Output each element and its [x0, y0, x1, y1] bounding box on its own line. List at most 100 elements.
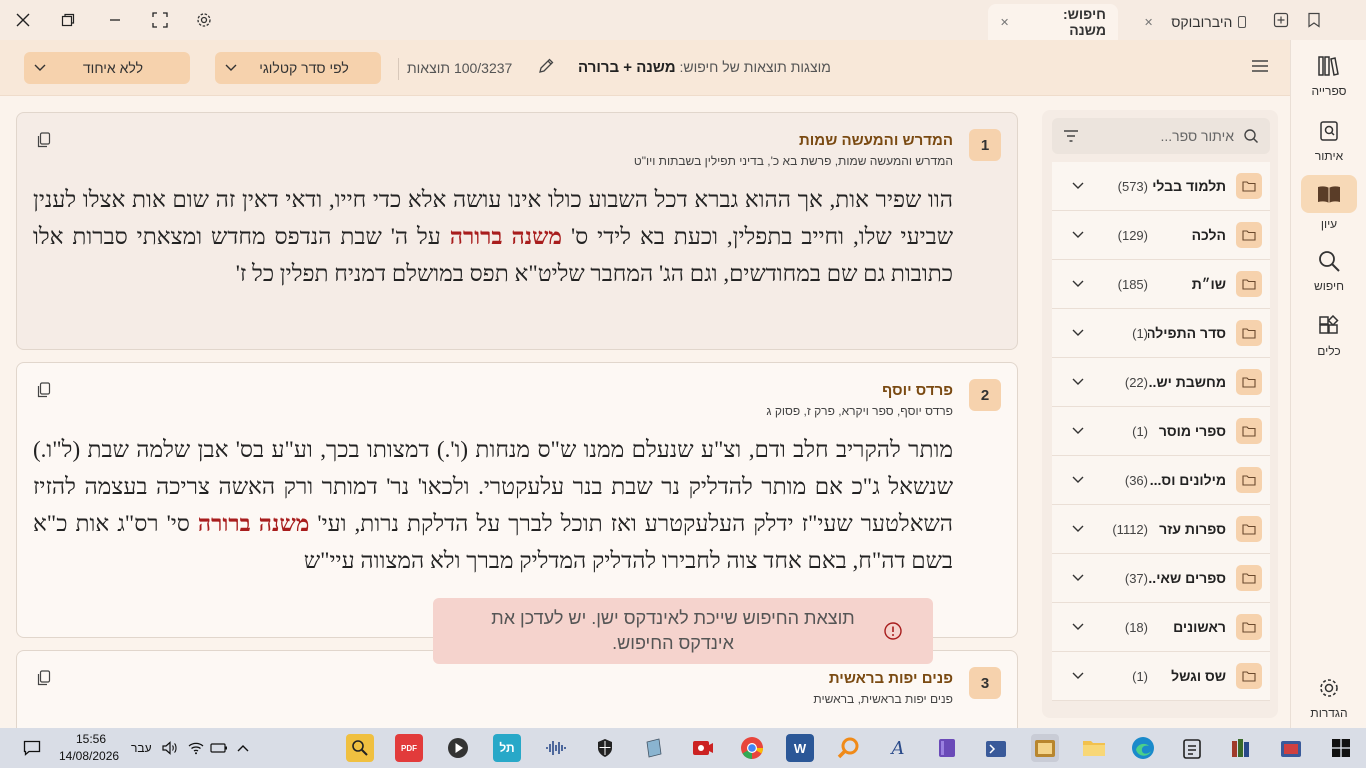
tab-label: היברובוקס	[1171, 14, 1233, 30]
close-window-button[interactable]	[11, 8, 35, 32]
glass-app-icon[interactable]	[640, 734, 668, 762]
result-title[interactable]: פנים יפות בראשית	[829, 670, 953, 687]
rail-item-study[interactable]: עיון	[1291, 175, 1366, 235]
chevron-down-icon[interactable]	[1068, 470, 1088, 490]
rail-label: כלים	[1317, 344, 1341, 358]
close-icon[interactable]: ✕	[1000, 16, 1009, 29]
close-icon	[16, 13, 30, 27]
copy-icon[interactable]	[35, 131, 53, 149]
chevron-down-icon[interactable]	[1068, 568, 1088, 588]
reader-app-icon[interactable]	[1277, 734, 1305, 762]
gear-icon	[197, 13, 211, 27]
category-name: הלכה	[1191, 227, 1226, 243]
rail-item-library[interactable]: ספרייה	[1291, 52, 1366, 112]
toast-message: תוצאת החיפוש שייכת לאינדקס ישן. יש לעדכן…	[491, 608, 855, 653]
app-search-icon[interactable]	[346, 734, 374, 762]
filter-placeholder: איתור ספר...	[1160, 128, 1234, 144]
windows-start-icon[interactable]	[1327, 734, 1355, 762]
chevron-up-icon[interactable]	[229, 734, 257, 762]
category-item[interactable]: ראשונים (18)	[1052, 603, 1270, 652]
chevron-down-icon[interactable]	[1068, 666, 1088, 686]
word-icon[interactable]: W	[786, 734, 814, 762]
result-card[interactable]: 1 המדרש והמעשה שמות המדרש והמעשה שמות, פ…	[16, 112, 1018, 350]
category-item[interactable]: שס וגשל (1)	[1052, 652, 1270, 701]
category-item[interactable]: הלכה (129)	[1052, 211, 1270, 260]
category-item[interactable]: מילונים וס... (36)	[1052, 456, 1270, 505]
chevron-down-icon[interactable]	[1068, 372, 1088, 392]
clock-date[interactable]: 14/08/2026	[59, 749, 119, 763]
category-item[interactable]: תלמוד בבלי (573)	[1052, 162, 1270, 211]
input-language[interactable]: עבר	[131, 741, 152, 755]
chevron-down-icon[interactable]	[1068, 617, 1088, 637]
book-filter-input[interactable]: איתור ספר...	[1052, 118, 1270, 154]
copy-icon[interactable]	[35, 381, 53, 399]
category-item[interactable]: סדר התפילה (1)	[1052, 309, 1270, 358]
bookmark-button[interactable]	[1304, 10, 1324, 30]
category-item[interactable]: מחשבת יש... (22)	[1052, 358, 1270, 407]
category-list: תלמוד בבלי (573) הלכה (129) שו״ת (185) ס…	[1052, 162, 1270, 718]
books-app-icon[interactable]	[982, 734, 1010, 762]
search-app-icon[interactable]	[835, 734, 863, 762]
clipboard-app-icon[interactable]	[1178, 734, 1206, 762]
audio-wave-icon[interactable]	[542, 734, 570, 762]
filter-icon[interactable]	[1062, 127, 1080, 145]
menu-button[interactable]	[1251, 58, 1271, 78]
folder-icon	[1236, 271, 1262, 297]
volume-icon[interactable]	[156, 734, 184, 762]
chevron-down-icon[interactable]	[1068, 421, 1088, 441]
clock-time[interactable]: 15:56	[76, 732, 106, 746]
folder-icon	[1236, 663, 1262, 689]
category-item[interactable]: ספרים שאי... (37)	[1052, 554, 1270, 603]
result-title[interactable]: פרדס יוסף	[882, 382, 953, 399]
grouping-dropdown[interactable]: ללא איחוד	[24, 52, 190, 84]
minimize-window-button[interactable]	[103, 8, 127, 32]
category-item[interactable]: ספרות עזר (1112)	[1052, 505, 1270, 554]
rail-item-tools[interactable]: כלים	[1291, 312, 1366, 372]
pdf-app-icon[interactable]: PDF	[395, 734, 423, 762]
chevron-down-icon[interactable]	[1068, 225, 1088, 245]
snippet-highlight: משנה ברורה	[197, 511, 310, 536]
shield-icon[interactable]	[591, 734, 619, 762]
result-title[interactable]: המדרש והמעשה שמות	[799, 132, 953, 149]
result-path: המדרש והמעשה שמות, פרשת בא כ', בדיני תפי…	[633, 154, 953, 168]
tab-hebrewbooks[interactable]: היברובוקס ✕	[1132, 4, 1258, 40]
hebrew-app-icon[interactable]: תל	[493, 734, 521, 762]
category-count: (1)	[1132, 325, 1148, 341]
rail-item-search[interactable]: חיפוש	[1291, 247, 1366, 307]
new-tab-button[interactable]	[1271, 10, 1291, 30]
search-icon	[1315, 247, 1343, 275]
rail-item-settings[interactable]: הגדרות	[1291, 674, 1366, 734]
otzaria-app-icon[interactable]	[1031, 734, 1059, 762]
copy-icon[interactable]	[35, 669, 53, 687]
chevron-down-icon[interactable]	[1068, 323, 1088, 343]
result-path: פנים יפות בראשית, בראשית	[813, 692, 953, 706]
category-count: (185)	[1117, 276, 1148, 292]
chevron-down-icon[interactable]	[1068, 274, 1088, 294]
chat-bubble-icon	[23, 740, 41, 756]
library-app-icon[interactable]	[1228, 734, 1256, 762]
chevron-down-icon[interactable]	[1068, 176, 1088, 196]
sort-dropdown[interactable]: לפי סדר קטלוגי	[215, 52, 381, 84]
restore-window-button[interactable]	[56, 8, 80, 32]
settings-titlebar-button[interactable]	[192, 8, 216, 32]
bookmark-icon	[1308, 12, 1320, 28]
media-player-icon[interactable]	[444, 734, 472, 762]
category-item[interactable]: שו״ת (185)	[1052, 260, 1270, 309]
edge-icon[interactable]	[1129, 734, 1157, 762]
font-app-icon[interactable]: A	[884, 734, 912, 762]
chevron-down-icon[interactable]	[1068, 519, 1088, 539]
fullscreen-button[interactable]	[148, 8, 172, 32]
book-app-icon[interactable]	[933, 734, 961, 762]
rail-item-locate[interactable]: איתור	[1291, 117, 1366, 177]
notifications-button[interactable]	[18, 734, 46, 762]
file-explorer-icon[interactable]	[1080, 734, 1108, 762]
result-card[interactable]: 2 פרדס יוסף פרדס יוסף, ספר ויקרא, פרק ז,…	[16, 362, 1018, 638]
category-count: (1)	[1132, 423, 1148, 439]
category-item[interactable]: ספרי מוסר (1)	[1052, 407, 1270, 456]
chrome-icon[interactable]	[738, 734, 766, 762]
close-icon[interactable]: ✕	[1144, 16, 1153, 29]
screen-recorder-icon[interactable]	[689, 734, 717, 762]
edit-query-button[interactable]	[537, 57, 557, 77]
tab-search[interactable]: חיפוש: משנה ✕	[988, 4, 1118, 40]
result-path: פרדס יוסף, ספר ויקרא, פרק ז, פסוק ג	[766, 404, 953, 418]
